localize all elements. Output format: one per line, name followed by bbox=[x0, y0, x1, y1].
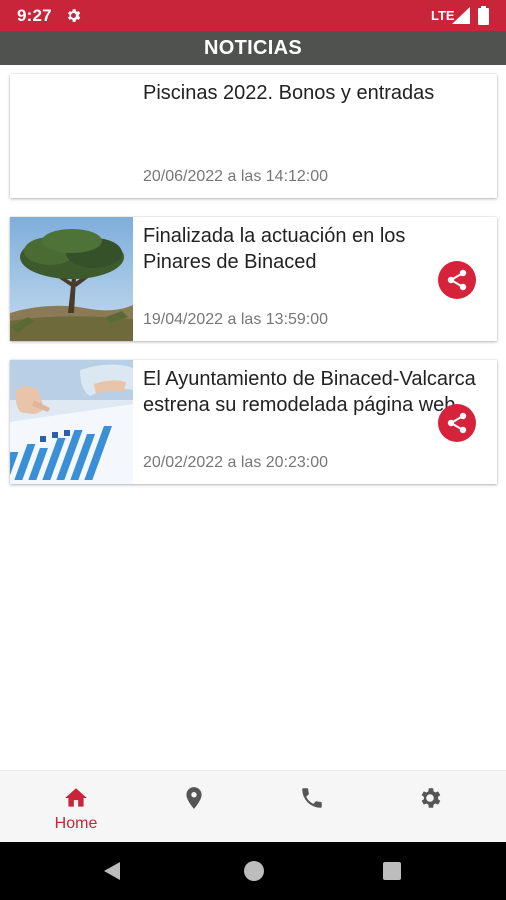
settings-gear-icon bbox=[421, 788, 441, 808]
news-title: Piscinas 2022. Bonos y entradas bbox=[143, 82, 435, 104]
news-date: 19/04/2022 a las 13:59:00 bbox=[143, 311, 329, 328]
status-time: 9:27 bbox=[17, 6, 52, 25]
share-icon bbox=[447, 269, 467, 291]
home-icon bbox=[65, 788, 87, 807]
news-title: Finalizada la actuación en los Pinares d… bbox=[143, 225, 406, 273]
business-chart-thumbnail bbox=[10, 360, 133, 484]
news-date: 20/02/2022 a las 20:23:00 bbox=[143, 454, 329, 471]
system-navigation-bar bbox=[0, 842, 506, 900]
pine-tree-thumbnail bbox=[10, 217, 133, 341]
battery-icon bbox=[478, 6, 489, 25]
page-title: NOTICIAS bbox=[204, 37, 302, 59]
nav-item-home[interactable]: Home bbox=[13, 771, 139, 843]
share-icon bbox=[447, 412, 467, 434]
news-list: Piscinas 2022. Bonos y entradas 20/06/20… bbox=[10, 74, 497, 503]
news-card[interactable]: El Ayuntamiento de Binaced-Valcarca estr… bbox=[10, 360, 497, 484]
bottom-navigation: Home bbox=[0, 770, 506, 842]
share-button[interactable] bbox=[438, 261, 476, 299]
status-bar: 9:27 LTE bbox=[0, 0, 506, 31]
news-card[interactable]: Piscinas 2022. Bonos y entradas 20/06/20… bbox=[10, 74, 497, 198]
signal-icon bbox=[452, 7, 470, 24]
nav-item-phone[interactable] bbox=[249, 771, 375, 843]
phone-icon bbox=[302, 788, 322, 808]
news-date: 20/06/2022 a las 14:12:00 bbox=[143, 168, 329, 185]
gear-icon bbox=[68, 9, 81, 22]
nav-label-home: Home bbox=[54, 815, 98, 832]
nav-item-location[interactable] bbox=[131, 771, 257, 843]
app-header: NOTICIAS bbox=[0, 31, 506, 65]
news-title: El Ayuntamiento de Binaced-Valcarca estr… bbox=[143, 368, 476, 416]
news-thumbnail-empty bbox=[10, 74, 133, 198]
news-card[interactable]: Finalizada la actuación en los Pinares d… bbox=[10, 217, 497, 341]
recents-square-icon[interactable] bbox=[383, 862, 401, 880]
back-icon[interactable] bbox=[100, 859, 124, 883]
location-pin-icon bbox=[186, 787, 202, 809]
share-button[interactable] bbox=[438, 404, 476, 442]
nav-item-settings[interactable] bbox=[367, 771, 493, 843]
home-circle-icon[interactable] bbox=[244, 861, 264, 881]
